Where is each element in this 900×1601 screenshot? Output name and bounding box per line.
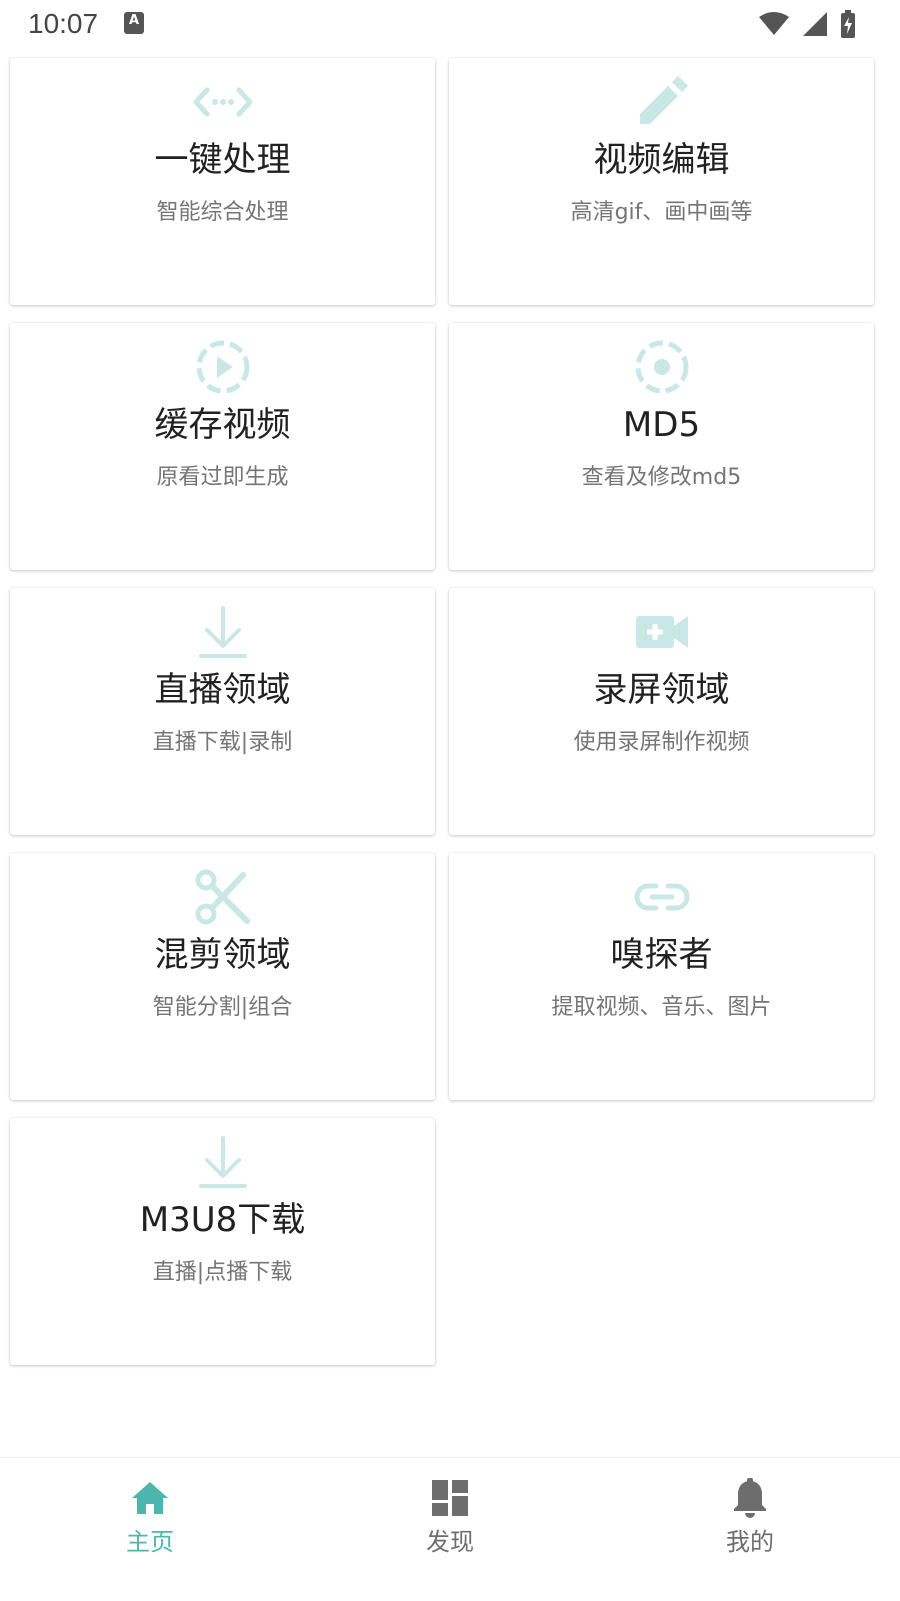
card-m3u8-download[interactable]: M3U8下载 直播|点播下载: [10, 1118, 435, 1365]
status-icons: [758, 10, 856, 38]
card-cache-video[interactable]: 缓存视频 原看过即生成: [10, 323, 435, 570]
scissors-icon: [191, 865, 255, 929]
card-title: 缓存视频: [154, 405, 291, 445]
status-time: 10:07: [28, 8, 99, 39]
download-icon: [191, 1130, 255, 1194]
nav-label: 我的: [726, 1528, 774, 1556]
nav-label: 发现: [426, 1528, 474, 1556]
card-mix-cut[interactable]: 混剪领域 智能分割|组合: [10, 853, 435, 1100]
link-icon: [630, 865, 694, 929]
card-subtitle: 智能综合处理: [156, 200, 289, 225]
status-bar: 10:07 A: [0, 0, 900, 50]
signal-icon: [803, 12, 827, 36]
nav-item-mine[interactable]: 我的: [600, 1458, 900, 1601]
pencil-icon: [630, 70, 694, 134]
play-circle-dashed-icon: [191, 335, 255, 399]
wifi-icon: [759, 12, 789, 35]
card-subtitle: 直播下载|录制: [152, 730, 293, 755]
card-title: 直播领域: [154, 670, 291, 710]
card-sniffer[interactable]: 嗅探者 提取视频、音乐、图片: [449, 853, 874, 1100]
card-title: MD5: [622, 405, 701, 445]
code-arrows-icon: [191, 70, 255, 134]
battery-charging-icon: [841, 10, 855, 38]
feature-grid: 一键处理 智能综合处理 视频编辑 高清gif、画中画等 缓存视频 原看过即生成: [10, 58, 874, 1365]
card-md5[interactable]: MD5 查看及修改md5: [449, 323, 874, 570]
download-icon: [191, 600, 255, 664]
card-title: 录屏领域: [593, 670, 730, 710]
card-subtitle: 高清gif、画中画等: [570, 200, 753, 225]
card-subtitle: 智能分割|组合: [152, 995, 293, 1020]
keyboard-indicator-icon: A: [124, 12, 144, 34]
card-subtitle: 查看及修改md5: [581, 465, 742, 490]
nav-item-home[interactable]: 主页: [0, 1458, 300, 1601]
card-subtitle: 原看过即生成: [156, 465, 289, 490]
card-subtitle: 提取视频、音乐、图片: [551, 995, 772, 1020]
card-live-domain[interactable]: 直播领域 直播下载|录制: [10, 588, 435, 835]
target-dashed-icon: [630, 335, 694, 399]
dashboard-icon: [428, 1476, 472, 1520]
home-icon: [128, 1476, 172, 1520]
video-add-icon: [630, 600, 694, 664]
card-title: M3U8下载: [139, 1200, 306, 1240]
card-title: 嗅探者: [610, 935, 713, 975]
card-subtitle: 直播|点播下载: [152, 1260, 293, 1285]
nav-label: 主页: [126, 1528, 174, 1556]
card-subtitle: 使用录屏制作视频: [573, 730, 750, 755]
card-screen-record[interactable]: 录屏领域 使用录屏制作视频: [449, 588, 874, 835]
bottom-navigation: 主页 发现 我的: [0, 1457, 900, 1601]
card-video-edit[interactable]: 视频编辑 高清gif、画中画等: [449, 58, 874, 305]
card-title: 视频编辑: [593, 140, 730, 180]
card-title: 一键处理: [154, 140, 291, 180]
bell-icon: [728, 1476, 772, 1520]
card-title: 混剪领域: [154, 935, 291, 975]
nav-item-discover[interactable]: 发现: [300, 1458, 600, 1601]
card-one-click-process[interactable]: 一键处理 智能综合处理: [10, 58, 435, 305]
